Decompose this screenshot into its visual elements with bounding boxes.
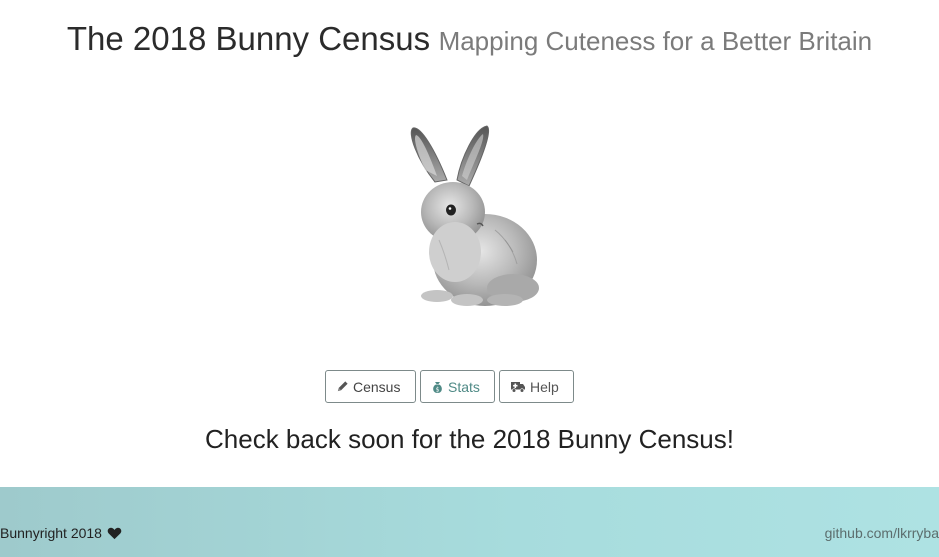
page-subtitle: Mapping Cuteness for a Better Britain (438, 26, 873, 56)
stats-button-label: Stats (448, 378, 480, 395)
status-message: Check back soon for the 2018 Bunny Censu… (205, 424, 734, 454)
bunny-image (395, 120, 550, 320)
github-link[interactable]: github.com/lkrryba (825, 525, 939, 541)
census-button-label: Census (353, 378, 401, 395)
heart-icon (107, 527, 122, 540)
footer: Bunnyright 2018 github.com/lkrryba (0, 487, 939, 557)
stats-button[interactable]: $ Stats (420, 370, 495, 403)
help-button[interactable]: Help (499, 370, 574, 403)
page-header: The 2018 Bunny Census Mapping Cuteness f… (0, 20, 939, 58)
footer-copyright: Bunnyright 2018 (0, 525, 122, 541)
ambulance-icon (510, 380, 526, 393)
help-button-label: Help (530, 378, 559, 395)
button-group: Census $ Stats Help (325, 370, 574, 403)
money-bag-icon: $ (431, 380, 444, 394)
rabbit-illustration (410, 125, 539, 306)
copyright-text: Bunnyright 2018 (0, 525, 102, 541)
pencil-icon (336, 380, 349, 393)
page-title: The 2018 Bunny Census (66, 20, 431, 57)
census-button[interactable]: Census (325, 370, 416, 403)
svg-text:$: $ (436, 386, 440, 393)
